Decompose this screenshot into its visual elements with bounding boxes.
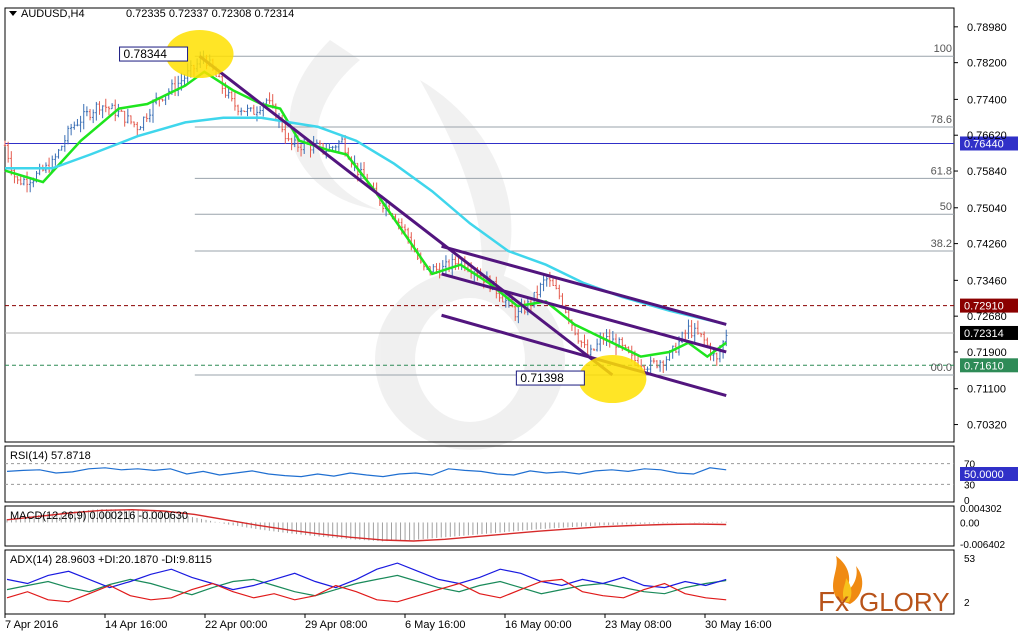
y-tick-label: 0.78200 — [967, 58, 1007, 70]
macd-tick-label: -0.006402 — [960, 540, 1005, 551]
x-tick-label: 16 May 00:00 — [505, 619, 572, 631]
y-tick-label: 0.71900 — [967, 347, 1007, 359]
x-tick-label: 14 Apr 16:00 — [105, 619, 167, 631]
rsi-tick-label: 30 — [964, 480, 976, 491]
x-tick-label: 22 Apr 00:00 — [205, 619, 267, 631]
chart-window: 100 78.6 61.8 50 38.2 00.0 0.76440 0.72910 0.72… — [0, 0, 1024, 636]
price-annotation-text: 0.71398 — [520, 371, 564, 385]
price-level-badge-text: 0.72314 — [964, 328, 1004, 340]
adx-title: ADX(14) 28.9603 +DI:20.1870 -DI:9.8115 — [10, 554, 212, 566]
highlight-circle — [578, 355, 647, 404]
y-tick-label: 0.76620 — [967, 130, 1007, 142]
y-tick-label: 0.75840 — [967, 166, 1007, 178]
y-tick-label: 0.75040 — [967, 203, 1007, 215]
macd-title: MACD(12,26,9) 0.000216 -0.000630 — [10, 510, 188, 522]
adx-tick-label: 53 — [964, 554, 976, 565]
x-tick-label: 29 Apr 08:00 — [305, 619, 367, 631]
y-tick-label: 0.73460 — [967, 275, 1007, 287]
chart-canvas: 10078.661.85038.200.0 0.764400.729100.72… — [0, 0, 1024, 636]
ohlc-values: 0.72335 0.72337 0.72308 0.72314 — [126, 8, 294, 20]
price-level-badge-text: 0.71610 — [964, 360, 1004, 372]
logo-main: GLORY — [859, 587, 950, 617]
y-tick-label: 0.72680 — [967, 311, 1007, 323]
y-tick-label: 0.71100 — [967, 384, 1006, 396]
adx-tick-label: 2 — [964, 598, 970, 609]
fib-level-label: 50 — [940, 201, 952, 213]
x-tick-label: 6 May 16:00 — [405, 619, 466, 631]
symbol-label: AUDUSD,H4 — [21, 8, 85, 20]
macd-tick-label: 0.00 — [960, 518, 980, 529]
x-tick-label: 30 May 16:00 — [705, 619, 772, 631]
y-tick-label: 0.74260 — [967, 239, 1007, 251]
fib-level-label: 38.2 — [931, 238, 952, 250]
y-tick-label: 0.77400 — [967, 94, 1007, 106]
y-tick-label: 0.78980 — [967, 22, 1007, 34]
x-tick-label: 23 May 08:00 — [605, 619, 672, 631]
x-tick-label: 7 Apr 2016 — [5, 619, 58, 631]
fib-level-label: 00.0 — [931, 362, 952, 374]
fib-level-label: 61.8 — [931, 165, 952, 177]
rsi-value-badge-text: 50.0000 — [964, 469, 1004, 481]
y-tick-label: 0.70320 — [967, 420, 1007, 432]
price-annotation-text: 0.78344 — [124, 47, 168, 61]
fib-level-label: 78.6 — [931, 114, 952, 126]
logo-prefix: Fx — [818, 586, 849, 617]
macd-tick-label: 0.004302 — [960, 504, 1002, 515]
fib-level-label: 100 — [934, 43, 952, 55]
rsi-title: RSI(14) 57.8718 — [10, 450, 91, 462]
